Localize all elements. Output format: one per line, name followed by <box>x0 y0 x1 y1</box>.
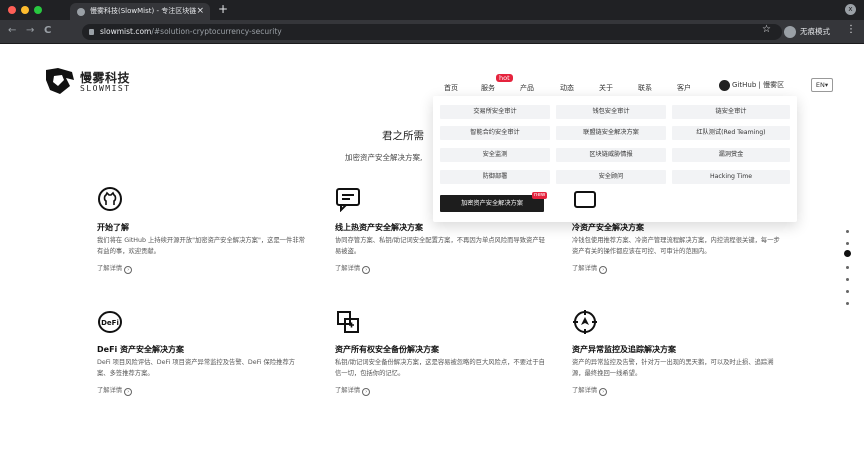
card-title[interactable]: DeFi 资产安全解决方案 <box>97 344 184 355</box>
learn-more-label: 了解详情 <box>572 265 598 272</box>
incognito-icon <box>784 26 796 38</box>
menu-item-chain-audit[interactable]: 链安全审计 <box>672 105 790 119</box>
menu-item-hacking-time[interactable]: Hacking Time <box>672 170 790 184</box>
forward-button[interactable]: → <box>26 25 34 36</box>
incognito-label: 无痕模式 <box>800 27 830 36</box>
nav-item-about[interactable]: 关于 <box>599 83 613 93</box>
nav-item-services[interactable]: 服务 <box>481 83 495 93</box>
window-control-icon[interactable]: x <box>845 4 856 15</box>
menu-item-defense-deployment[interactable]: 防御部署 <box>440 170 550 184</box>
learn-more-label: 了解详情 <box>335 265 361 272</box>
hero-subtitle: 加密资产安全解决方案, <box>345 153 423 162</box>
card-title[interactable]: 资产异常监控及追踪解决方案 <box>572 344 676 355</box>
close-window-dot[interactable] <box>8 6 16 14</box>
menu-item-contract-audit[interactable]: 智能合约安全审计 <box>440 126 550 140</box>
github-icon <box>719 80 730 91</box>
menu-item-security-monitoring[interactable]: 安全监测 <box>440 148 550 162</box>
github-link[interactable]: GitHub | 慢雾区 <box>719 80 784 91</box>
arrow-right-icon: › <box>362 388 371 396</box>
page-dot[interactable] <box>846 278 849 281</box>
card-description: 协同存管方案、私钥/助记词安全配置方案，不再因为单点风险而导致资产轻易被盗。 <box>335 237 545 255</box>
back-button[interactable]: ← <box>8 25 16 36</box>
tab-close-icon[interactable]: × <box>196 3 204 20</box>
card-description: 我们将在 GitHub 上持续开源开放"加密资产安全解决方案"，这是一件非常有益… <box>97 237 305 255</box>
learn-more-link[interactable]: 了解详情 › <box>97 263 133 274</box>
nav-item-products[interactable]: 产品 <box>520 83 534 93</box>
address-bar[interactable]: slowmist.com/#solution-cryptocurrency-se… <box>82 24 782 40</box>
lock-icon <box>89 29 94 35</box>
menu-item-crypto-solution[interactable]: 加密资产安全解决方案 <box>440 195 544 212</box>
learn-more-label: 了解详情 <box>97 387 123 394</box>
card-title[interactable]: 线上热资产安全解决方案 <box>335 222 423 233</box>
maximize-window-dot[interactable] <box>34 6 42 14</box>
brand-name-en[interactable]: SLOWMIST <box>80 84 131 93</box>
menu-item-exchange-audit[interactable]: 交易所安全审计 <box>440 105 550 119</box>
page-dot[interactable] <box>846 242 849 245</box>
arrow-right-icon: › <box>599 388 608 396</box>
hero-title: 君之所需 <box>382 130 424 142</box>
incognito-indicator[interactable]: 无痕模式 <box>784 24 830 40</box>
bookmark-star-icon[interactable]: ☆ <box>762 24 771 35</box>
slowmist-logo-icon[interactable] <box>44 66 76 96</box>
browser-toolbar: ← → C slowmist.com/#solution-cryptocurre… <box>0 20 864 44</box>
card-title[interactable]: 冷资产安全解决方案 <box>572 222 644 233</box>
card-description: 私钥/助记词安全备份解决方案，这是容易被忽略的巨大风险点，不要过于自信一切，包括… <box>335 359 545 377</box>
learn-more-link[interactable]: 了解详情 › <box>335 263 371 274</box>
tab-title: 慢雾科技(SlowMist) - 专注区块链 <box>90 7 197 15</box>
page-dot[interactable] <box>846 230 849 233</box>
learn-more-link[interactable]: 了解详情 › <box>335 385 371 396</box>
menu-item-red-teaming[interactable]: 红队测试(Red Teaming) <box>672 126 790 140</box>
menu-item-security-advisor[interactable]: 安全顾问 <box>556 170 666 184</box>
learn-more-link[interactable]: 了解详情 › <box>572 385 608 396</box>
menu-item-consortium-chain[interactable]: 联盟链安全解决方案 <box>556 126 666 140</box>
card-title[interactable]: 资产所有权安全备份解决方案 <box>335 344 439 355</box>
menu-item-wallet-audit[interactable]: 钱包安全审计 <box>556 105 666 119</box>
github-label: GitHub | 慢雾区 <box>732 81 785 89</box>
hot-badge: hot <box>496 74 513 82</box>
chat-icon <box>336 188 360 212</box>
browser-menu-icon[interactable]: ⋮ <box>846 24 856 35</box>
learn-more-label: 了解详情 <box>97 265 123 272</box>
learn-more-link[interactable]: 了解详情 › <box>572 263 608 274</box>
wallet-icon <box>574 191 596 208</box>
favicon-icon <box>77 8 85 16</box>
browser-tab[interactable]: 慢雾科技(SlowMist) - 专注区块链 × <box>70 3 210 20</box>
card-description: 冷钱包使用推荐方案、冷资产管理流程解决方案，内控流程很关键，每一步资产有关的操作… <box>572 237 780 255</box>
url-path: /#solution-cryptocurrency-security <box>151 27 282 36</box>
learn-more-label: 了解详情 <box>572 387 598 394</box>
arrow-right-icon: › <box>599 266 608 274</box>
card-description: 资产的异常监控及告警，针对万一出现的黑天鹅，可以及时止损、追踪溯源，最终挽回一线… <box>572 359 774 377</box>
arrow-right-icon: › <box>124 266 133 274</box>
page-dot-active[interactable] <box>844 250 851 257</box>
language-switcher[interactable]: EN▾ <box>811 78 833 92</box>
new-badge: new <box>532 192 548 199</box>
browser-tab-strip: 慢雾科技(SlowMist) - 专注区块链 × + x <box>0 0 864 20</box>
learn-more-link[interactable]: 了解详情 › <box>97 385 133 396</box>
card-title[interactable]: 开始了解 <box>97 222 129 233</box>
new-tab-button[interactable]: + <box>218 2 228 16</box>
github-icon <box>98 187 122 211</box>
menu-item-bug-bounty[interactable]: 漏洞赏金 <box>672 148 790 162</box>
target-icon <box>573 310 597 334</box>
nav-item-news[interactable]: 动态 <box>560 83 574 93</box>
menu-item-threat-intel[interactable]: 区块链威胁情报 <box>556 148 666 162</box>
learn-more-label: 了解详情 <box>335 387 361 394</box>
nav-item-home[interactable]: 首页 <box>444 83 458 93</box>
svg-text:DeFi: DeFi <box>101 319 119 327</box>
card-description: DeFi 项目风险评估、DeFi 项目资产异常监控及告警、DeFi 保险推荐方案… <box>97 359 296 377</box>
nav-item-contact[interactable]: 联系 <box>638 83 652 93</box>
defi-icon: DeFi <box>98 311 122 333</box>
page-dot[interactable] <box>846 302 849 305</box>
reload-button[interactable]: C <box>44 25 51 36</box>
page-dot[interactable] <box>846 266 849 269</box>
arrow-right-icon: › <box>124 388 133 396</box>
page-dot[interactable] <box>846 290 849 293</box>
arrow-right-icon: › <box>362 266 371 274</box>
url-host: slowmist.com <box>100 27 152 36</box>
minimize-window-dot[interactable] <box>21 6 29 14</box>
backup-icon <box>337 311 359 333</box>
nav-item-clients[interactable]: 客户 <box>677 83 691 93</box>
